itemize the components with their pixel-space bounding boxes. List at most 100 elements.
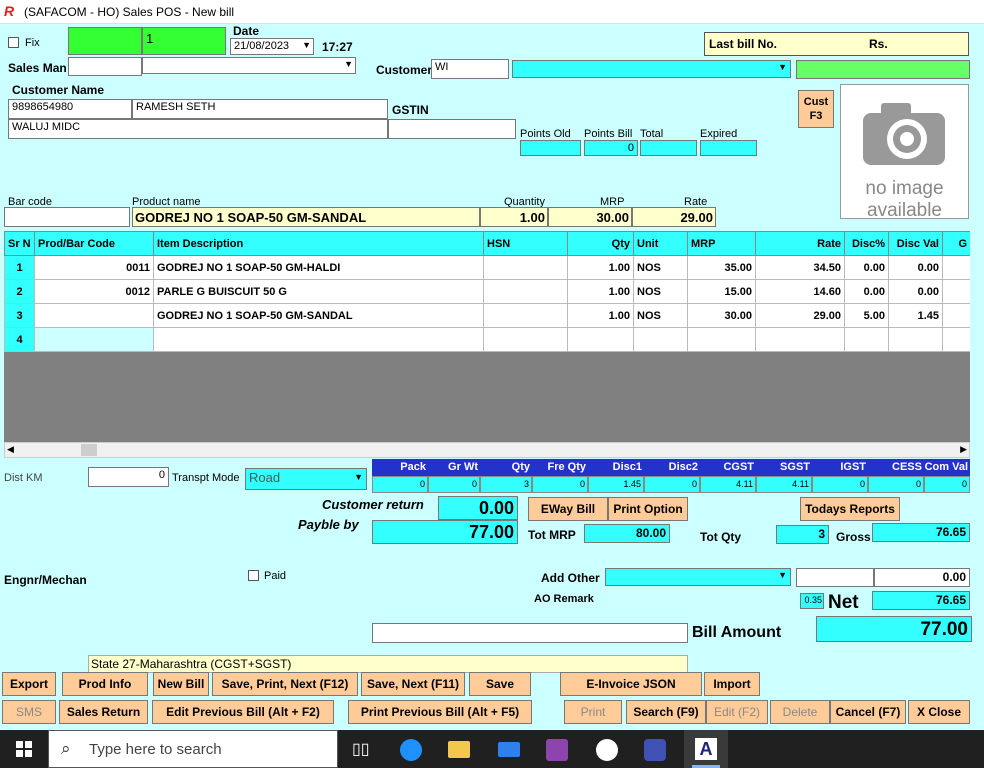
phone-input[interactable]: 9898654980 xyxy=(8,99,132,119)
date-picker[interactable]: 21/08/2023 ▼ xyxy=(230,38,314,55)
col-disc-pct[interactable]: Disc% xyxy=(844,231,889,256)
save-print-next-button[interactable]: Save, Print, Next (F12) xyxy=(212,672,358,696)
barcode-input[interactable] xyxy=(4,207,130,227)
bill-remark-input[interactable] xyxy=(372,623,688,643)
cell-qty[interactable]: 1.00 xyxy=(567,279,634,304)
paid-checkbox[interactable] xyxy=(248,570,259,581)
cell-disc-pct[interactable]: 5.00 xyxy=(844,303,889,328)
bill-number-field[interactable]: 1 xyxy=(142,27,226,55)
table-row[interactable]: 2 0012 PARLE G BUISCUIT 50 G 1.00 NOS 15.00 14… xyxy=(4,279,970,304)
col-srno[interactable]: Sr N xyxy=(4,231,35,256)
cell-hsn[interactable] xyxy=(483,327,568,352)
cell-g[interactable] xyxy=(942,327,970,352)
file-explorer-icon[interactable] xyxy=(448,741,470,758)
sms-button[interactable]: SMS xyxy=(2,700,56,724)
cell-hsn[interactable] xyxy=(483,255,568,280)
export-button[interactable]: Export xyxy=(2,672,56,696)
cell-prod-code[interactable] xyxy=(34,303,154,328)
cell-disc-val[interactable]: 1.45 xyxy=(888,303,943,328)
cell-description[interactable] xyxy=(153,327,484,352)
prod-info-button[interactable]: Prod Info xyxy=(62,672,148,696)
todays-reports-button[interactable]: Todays Reports xyxy=(800,497,900,521)
cell-hsn[interactable] xyxy=(483,303,568,328)
salesman-select[interactable]: ▼ xyxy=(142,57,356,74)
cell-prod-code[interactable] xyxy=(34,327,154,352)
col-prod-code[interactable]: Prod/Bar Code xyxy=(34,231,154,256)
customer-name-input[interactable]: RAMESH SETH xyxy=(132,99,388,119)
save-button[interactable]: Save xyxy=(469,672,531,696)
quantity-input[interactable]: 1.00 xyxy=(480,207,548,227)
col-hsn[interactable]: HSN xyxy=(483,231,568,256)
bill-prefix-field[interactable] xyxy=(68,27,142,55)
einvoice-json-button[interactable]: E-Invoice JSON xyxy=(560,672,702,696)
items-grid[interactable]: Sr N Prod/Bar Code Item Description HSN … xyxy=(4,231,970,458)
cell-unit[interactable]: NOS xyxy=(633,255,688,280)
col-qty[interactable]: Qty xyxy=(567,231,634,256)
dist-km-input[interactable]: 0 xyxy=(88,467,169,487)
search-button[interactable]: Search (F9) xyxy=(626,700,706,724)
gstin-input[interactable] xyxy=(388,119,516,139)
save-next-button[interactable]: Save, Next (F11) xyxy=(361,672,465,696)
delete-button[interactable]: Delete xyxy=(770,700,830,724)
edge-icon[interactable] xyxy=(400,739,422,761)
cell-srno[interactable]: 3 xyxy=(4,303,35,328)
cell-disc-pct[interactable]: 0.00 xyxy=(844,255,889,280)
cell-mrp[interactable]: 15.00 xyxy=(687,279,756,304)
table-row[interactable]: 1 0011 GODREJ NO 1 SOAP-50 GM-HALDI 1.00 NOS… xyxy=(4,255,970,280)
cell-disc-pct[interactable] xyxy=(844,327,889,352)
scroll-right-icon[interactable]: ▶ xyxy=(960,444,967,455)
cell-g[interactable] xyxy=(942,303,970,328)
cell-hsn[interactable] xyxy=(483,279,568,304)
new-bill-button[interactable]: New Bill xyxy=(153,672,209,696)
edit-button[interactable]: Edit (F2) xyxy=(706,700,768,724)
print-button[interactable]: Print xyxy=(564,700,622,724)
mrp-input[interactable]: 30.00 xyxy=(548,207,632,227)
col-mrp[interactable]: MRP xyxy=(687,231,756,256)
cell-unit[interactable]: NOS xyxy=(633,303,688,328)
windows-start-icon[interactable] xyxy=(16,741,32,757)
cust-f3-button[interactable]: Cust F3 xyxy=(798,90,834,128)
cell-disc-val[interactable]: 0.00 xyxy=(888,279,943,304)
cell-unit[interactable] xyxy=(633,327,688,352)
cell-disc-pct[interactable]: 0.00 xyxy=(844,279,889,304)
col-disc-val[interactable]: Disc Val xyxy=(888,231,943,256)
cell-mrp[interactable] xyxy=(687,327,756,352)
cell-g[interactable] xyxy=(942,279,970,304)
print-previous-bill-button[interactable]: Print Previous Bill (Alt + F5) xyxy=(348,700,532,724)
cell-srno[interactable]: 2 xyxy=(4,279,35,304)
cell-rate[interactable]: 34.50 xyxy=(755,255,845,280)
visual-studio-icon[interactable] xyxy=(546,739,568,761)
cell-rate[interactable]: 29.00 xyxy=(755,303,845,328)
eway-bill-button[interactable]: EWay Bill xyxy=(528,497,608,521)
col-g[interactable]: G xyxy=(942,231,970,256)
cell-srno[interactable]: 4 xyxy=(4,327,35,352)
scroll-thumb[interactable] xyxy=(81,444,97,456)
col-unit[interactable]: Unit xyxy=(633,231,688,256)
close-button[interactable]: X Close xyxy=(908,700,970,724)
fix-checkbox[interactable] xyxy=(8,37,19,48)
cell-prod-code[interactable]: 0012 xyxy=(34,279,154,304)
add-other-amount[interactable]: 0.00 xyxy=(874,568,970,587)
cell-g[interactable] xyxy=(942,255,970,280)
app-icon[interactable] xyxy=(644,739,666,761)
product-name-input[interactable]: GODREJ NO 1 SOAP-50 GM-SANDAL xyxy=(132,207,480,227)
cell-mrp[interactable]: 35.00 xyxy=(687,255,756,280)
address-input[interactable]: WALUJ MIDC xyxy=(8,119,388,139)
add-other-select[interactable]: ▼ xyxy=(605,568,791,586)
edit-previous-bill-button[interactable]: Edit Previous Bill (Alt + F2) xyxy=(152,700,334,724)
sales-return-button[interactable]: Sales Return xyxy=(59,700,148,724)
cell-prod-code[interactable]: 0011 xyxy=(34,255,154,280)
cell-qty[interactable] xyxy=(567,327,634,352)
cell-unit[interactable]: NOS xyxy=(633,279,688,304)
customer-select[interactable]: ▼ xyxy=(512,60,791,78)
print-option-button[interactable]: Print Option xyxy=(608,497,688,521)
cell-mrp[interactable]: 30.00 xyxy=(687,303,756,328)
cell-description[interactable]: PARLE G BUISCUIT 50 G xyxy=(153,279,484,304)
taskbar-search-box[interactable]: ⌕ Type here to search xyxy=(48,730,338,768)
rate-input[interactable]: 29.00 xyxy=(632,207,716,227)
col-description[interactable]: Item Description xyxy=(153,231,484,256)
col-rate[interactable]: Rate xyxy=(755,231,845,256)
scroll-left-icon[interactable]: ◀ xyxy=(7,444,14,455)
task-view-icon[interactable]: ▯▯ xyxy=(352,739,370,759)
table-row[interactable]: 4 xyxy=(4,327,970,352)
